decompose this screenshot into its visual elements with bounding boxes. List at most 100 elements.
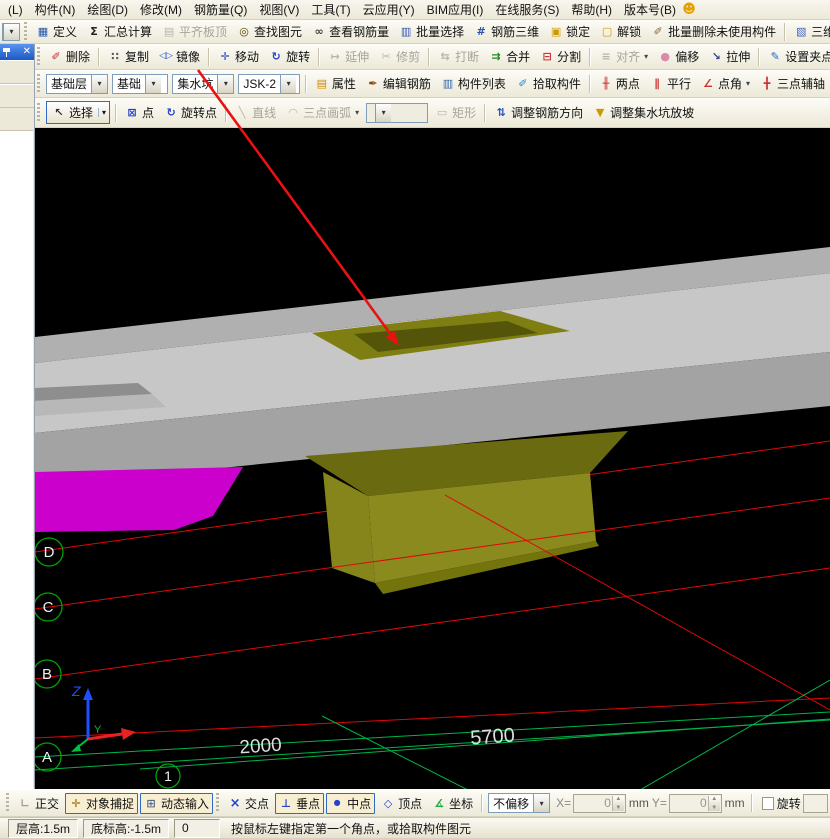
toolbar-grip[interactable] [6,793,9,813]
delete-button[interactable]: ✐删除 [45,46,94,67]
lock-button[interactable]: ▣锁定 [545,21,594,42]
menu-item-help[interactable]: 帮助(H) [565,0,618,20]
rotate-point-tool-button[interactable]: ↻旋转点 [160,102,221,123]
summary-calc-button[interactable]: Σ汇总计算 [83,21,156,42]
offset-mode-selector[interactable]: 不偏移▾ [488,793,550,813]
parallel-icon: ∥ [650,77,664,91]
sum-icon: Σ [87,25,101,39]
stretch-button[interactable]: ↘拉伸 [705,46,754,67]
gizmo-y-label: Y [94,724,102,736]
collapsed-combo-stub: ▾ [2,23,20,41]
midpoint-snap-toggle[interactable]: ●中点 [326,793,375,814]
grip-settings-button[interactable]: ✎设置夹点 [764,46,830,67]
rotate-button[interactable]: ↻旋转 [265,46,314,67]
empty-combo: ▾ [366,103,428,123]
menu-item-rebar[interactable]: 钢筋量(Q) [188,0,253,20]
two-point-axis-button[interactable]: ╫两点 [595,73,644,94]
view-rebar-button[interactable]: ∞查看钢筋量 [308,21,393,42]
define-button[interactable]: ▦定义 [32,21,81,42]
offset-button[interactable]: ●偏移 [654,46,703,67]
move-button[interactable]: ✛移动 [214,46,263,67]
edit-rebar-icon: ✒ [366,77,380,91]
align-slab-top-icon: ▤ [162,25,176,39]
toolbar-grip[interactable] [24,22,27,42]
unlock-button[interactable]: ▢解锁 [596,21,645,42]
spinner-arrows-icon[interactable]: ▲▼ [708,796,720,811]
menu-item-tools[interactable]: 工具(T) [305,0,356,20]
pick-component-button[interactable]: ✐拾取构件 [512,73,585,94]
mirror-button[interactable]: ◁▷镜像 [155,46,204,67]
pin-icon[interactable] [3,48,10,57]
properties-button[interactable]: ▤属性 [311,73,360,94]
menu-item-component[interactable]: 构件(N) [29,0,82,20]
element-selector[interactable]: JSK-2▾ [238,74,299,94]
merge-button[interactable]: ⇉合并 [485,46,534,67]
batch-select-button[interactable]: ▥批量选择 [395,21,468,42]
find-element-button[interactable]: ◎查找图元 [233,21,306,42]
extend-icon: ↦ [328,50,342,64]
rotate-angle-input[interactable] [803,794,828,813]
copy-icon: ∷ [108,50,122,64]
rotate-checkbox[interactable] [762,797,774,810]
point-tool-button[interactable]: ⊠点 [121,102,158,123]
grip-settings-icon: ✎ [768,50,782,64]
toolbar-grip[interactable] [37,74,40,94]
edit-rebar-button[interactable]: ✒编辑钢筋 [362,73,435,94]
x-unit-label: mm [629,796,649,810]
adjust-pit-slope-icon: ▼ [593,106,607,120]
batch-delete-unused-button[interactable]: ✐批量删除未使用构件 [647,21,780,42]
find-element-icon: ◎ [237,25,251,39]
adjust-rebar-direction-button[interactable]: ⇅调整钢筋方向 [490,102,587,123]
menu-item-view[interactable]: 视图(V) [253,0,305,20]
view-3d-button[interactable]: ▧三维 [790,21,830,42]
x-coordinate-input[interactable]: 0▲▼ [573,794,626,813]
adjust-pit-slope-button[interactable]: ▼调整集水坑放坡 [589,102,698,123]
perpendicular-snap-toggle[interactable]: ⊥垂点 [275,793,324,814]
menu-item-online[interactable]: 在线服务(S) [489,0,565,20]
type-selector[interactable]: 集水坑▾ [172,74,234,94]
coordinate-snap-toggle[interactable]: ∡坐标 [428,793,477,814]
copy-button[interactable]: ∷复制 [104,46,153,67]
axis-bubble-label: 1 [164,768,172,784]
toolbar-separator [751,794,753,812]
chevron-down-icon[interactable]: ▾ [98,108,109,117]
select-tool-button[interactable]: ↖选择 ▾ [46,101,110,124]
chevron-down-icon: ▾ [91,75,107,93]
menu-item-l[interactable]: (L) [2,1,29,19]
toolbar-separator [758,48,760,66]
chevron-down-icon: ▾ [145,75,161,93]
toolbar-grip[interactable] [216,793,219,813]
rebar-3d-button[interactable]: #钢筋三维 [470,21,543,42]
y-unit-label: mm [725,796,745,810]
close-icon[interactable]: ✕ [23,47,31,57]
parallel-axis-button[interactable]: ∥平行 [646,73,695,94]
floor-selector[interactable]: 基础层▾ [46,74,108,94]
menu-item-modify[interactable]: 修改(M) [134,0,188,20]
point-angle-axis-button[interactable]: ∠点角▾ [697,73,754,94]
menu-item-draw[interactable]: 绘图(D) [81,0,134,20]
merge-icon: ⇉ [489,50,503,64]
menu-item-version[interactable]: 版本号(B) [618,0,682,20]
three-point-axis-button[interactable]: ╋三点辅轴 [756,73,829,94]
vertex-snap-toggle[interactable]: ◇顶点 [377,793,426,814]
toolbar-separator [115,104,117,122]
viewport-3d[interactable]: D C B A 1 2000 5700 Z Y [35,128,830,789]
object-snap-toggle[interactable]: ✛对象捕捉 [65,793,138,814]
component-list-button[interactable]: ▥构件列表 [437,73,510,94]
category-selector[interactable]: 基础▾ [112,74,168,94]
chevron-down-icon: ▾ [355,108,359,117]
menu-item-bim[interactable]: BIM应用(I) [421,0,490,20]
edit-toolbar: ✐删除 ∷复制 ◁▷镜像 ✛移动 ↻旋转 ↦延伸 ✂修剪 ⇆打断 ⇉合并 ⊟分割… [35,44,830,70]
toolbar-grip[interactable] [37,103,40,123]
component-list-icon: ▥ [441,77,455,91]
y-coordinate-input[interactable]: 0▲▼ [669,794,722,813]
dynamic-input-toggle[interactable]: ⊞动态输入 [140,793,213,814]
spinner-arrows-icon[interactable]: ▲▼ [612,796,624,811]
intersection-snap-toggle[interactable]: ×交点 [224,793,273,814]
menu-item-cloud[interactable]: 云应用(Y) [357,0,421,20]
toolbar-grip[interactable] [37,47,40,67]
main-toolbar: ▾ ▦定义 Σ汇总计算 ▤平齐板顶 ◎查找图元 ∞查看钢筋量 ▥批量选择 #钢筋… [0,20,830,44]
x-coordinate-label: X= [556,796,571,810]
split-button[interactable]: ⊟分割 [536,46,585,67]
ortho-toggle[interactable]: ∟正交 [14,793,63,814]
